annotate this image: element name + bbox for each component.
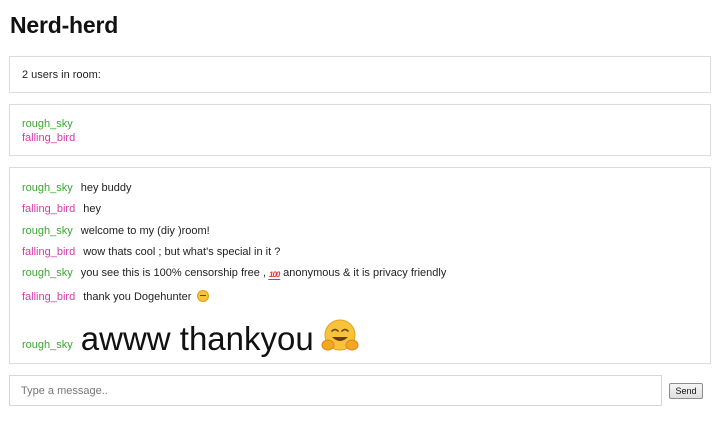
message-text: hey	[83, 203, 101, 216]
hugging-face-emoji-icon	[321, 319, 359, 351]
message-text: thank you Dogehunter	[83, 288, 209, 304]
send-button[interactable]: Send	[669, 383, 703, 399]
message-text: wow thats cool ; but what's special in i…	[83, 245, 281, 258]
message-text-part: awww thankyou	[80, 319, 314, 357]
message-panel[interactable]: rough_sky hey buddy falling_bird hey rou…	[9, 167, 711, 364]
message-row: rough_sky awww thankyou	[22, 312, 698, 358]
message-row: rough_sky welcome to my (diy )room!	[22, 225, 698, 246]
message-username: falling_bird	[22, 203, 76, 216]
message-username: rough_sky	[22, 338, 73, 351]
message-input[interactable]	[10, 376, 661, 405]
message-row: falling_bird wow thats cool ; but what's…	[22, 246, 698, 267]
message-row: falling_bird hey	[22, 203, 698, 224]
user-list: rough_sky falling_bird	[22, 117, 75, 145]
page-title: Nerd-herd	[10, 12, 119, 38]
user-list-item: rough_sky	[22, 118, 73, 130]
user-list-item: falling_bird	[22, 132, 76, 144]
message-text: awww thankyou	[81, 314, 360, 358]
message-username: rough_sky	[22, 267, 73, 280]
message-text: hey buddy	[80, 182, 132, 194]
user-count-text: 2 users in room:	[22, 69, 101, 81]
message-list: rough_sky hey buddy falling_bird hey rou…	[22, 182, 698, 358]
user-list-panel: rough_sky falling_bird	[9, 104, 711, 156]
user-count-panel: 2 users in room:	[9, 56, 711, 93]
message-text: you see this is 100% censorship free , 1…	[80, 267, 447, 281]
message-username: rough_sky	[22, 182, 73, 194]
message-text: welcome to my (diy )room!	[80, 224, 210, 237]
message-username: falling_bird	[22, 245, 76, 258]
message-text-part: thank you Dogehunter	[83, 291, 192, 304]
message-username: falling_bird	[22, 291, 76, 304]
relieved-face-emoji-icon	[196, 290, 209, 303]
hundred-points-emoji-icon: 100	[268, 270, 282, 281]
message-row: rough_sky you see this is 100% censorshi…	[22, 267, 698, 288]
message-row: rough_sky hey buddy	[22, 182, 698, 203]
message-username: rough_sky	[22, 224, 73, 237]
message-row: falling_bird thank you Dogehunter	[22, 288, 698, 309]
message-text-part: you see this is 100% censorship free ,	[80, 267, 267, 280]
message-input-container	[9, 375, 662, 406]
message-text-part: anonymous & it is privacy friendly	[283, 267, 447, 280]
